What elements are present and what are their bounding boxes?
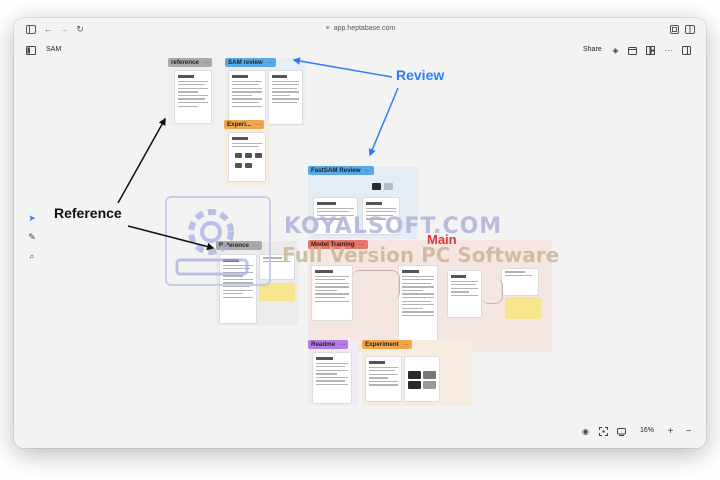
link-icon: ⚭	[324, 25, 331, 32]
note-card[interactable]	[174, 70, 212, 124]
connector-line	[352, 270, 400, 300]
image-thumbnail	[235, 153, 242, 158]
watermark-subtitle: Full Version PC Software	[282, 243, 560, 267]
sticky-note[interactable]	[505, 297, 541, 319]
group-tag-sam-review[interactable]: SAM review ···	[225, 58, 276, 67]
note-card[interactable]	[398, 265, 438, 343]
image-thumbnail	[245, 153, 252, 158]
image-thumbnail	[408, 371, 421, 379]
eye-icon[interactable]: ◉	[580, 426, 591, 437]
select-tool-icon[interactable]: ➤	[26, 212, 38, 224]
search-tool-icon[interactable]: ⌕	[26, 250, 38, 262]
zoom-out-icon[interactable]: −	[683, 426, 694, 437]
image-thumbnail	[423, 381, 436, 389]
whiteboard-title[interactable]: SAM	[46, 46, 61, 53]
image-thumbnail	[408, 381, 421, 389]
note-card[interactable]	[365, 356, 402, 402]
group-menu-icon[interactable]: ···	[255, 121, 261, 128]
note-card[interactable]	[311, 265, 353, 321]
zoom-in-icon[interactable]: +	[665, 426, 676, 437]
group-tag-experiment[interactable]: Experiment ···	[362, 340, 412, 349]
group-tag-reference[interactable]: reference ···	[168, 58, 213, 67]
watermark-gear-logo	[165, 196, 271, 286]
layout-icon[interactable]	[645, 45, 656, 56]
group-menu-icon[interactable]: ···	[267, 59, 273, 66]
group-menu-icon[interactable]: ···	[365, 167, 371, 174]
annotation-main: Main	[427, 232, 457, 247]
extension-icon[interactable]	[668, 23, 680, 35]
note-card[interactable]	[312, 352, 352, 404]
image-thumbnail	[423, 371, 436, 379]
group-tag-readme[interactable]: Readme ···	[308, 340, 349, 349]
image-card[interactable]	[404, 356, 440, 402]
image-thumbnail	[384, 183, 393, 190]
sidebar-toggle-icon[interactable]	[25, 45, 36, 56]
group-menu-icon[interactable]: ···	[203, 59, 209, 66]
annotation-review: Review	[396, 67, 445, 83]
image-thumbnail	[255, 153, 262, 158]
layers-icon[interactable]: ◈	[610, 45, 621, 56]
group-menu-icon[interactable]: ···	[339, 341, 345, 348]
connector-line	[481, 278, 503, 304]
note-card[interactable]	[228, 70, 266, 125]
note-card[interactable]	[228, 132, 266, 182]
fit-to-screen-icon[interactable]	[598, 426, 609, 437]
annotation-reference: Reference	[54, 205, 122, 221]
app-header: SAM Share ◈ ···	[14, 40, 706, 62]
more-icon[interactable]: ···	[663, 45, 674, 56]
image-thumbnail	[235, 163, 242, 168]
share-button[interactable]: Share	[583, 46, 602, 53]
note-card[interactable]	[268, 70, 303, 125]
browser-toolbar: ← → ↻ ⚭ app.heptabase.com	[14, 18, 706, 40]
split-view-icon[interactable]	[684, 23, 696, 35]
address-bar[interactable]: ⚭ app.heptabase.com	[14, 24, 706, 32]
zoom-level[interactable]: 16%	[640, 427, 654, 434]
group-tag-experi[interactable]: Experi... ···	[224, 120, 265, 129]
group-menu-icon[interactable]: ···	[403, 341, 409, 348]
pen-tool-icon[interactable]: ✎	[26, 231, 38, 243]
group-tag-fastsam-review[interactable]: FastSAM Review ···	[308, 166, 374, 175]
url-text: app.heptabase.com	[333, 25, 396, 32]
chart-card[interactable]	[501, 268, 539, 296]
note-card[interactable]	[447, 270, 482, 318]
image-thumbnail	[245, 163, 252, 168]
expand-panel-icon[interactable]	[681, 45, 692, 56]
calendar-icon[interactable]	[627, 45, 638, 56]
presentation-icon[interactable]	[616, 426, 627, 437]
watermark-title: KOYALSOFT.COM	[284, 214, 503, 239]
image-thumbnail	[372, 183, 381, 190]
